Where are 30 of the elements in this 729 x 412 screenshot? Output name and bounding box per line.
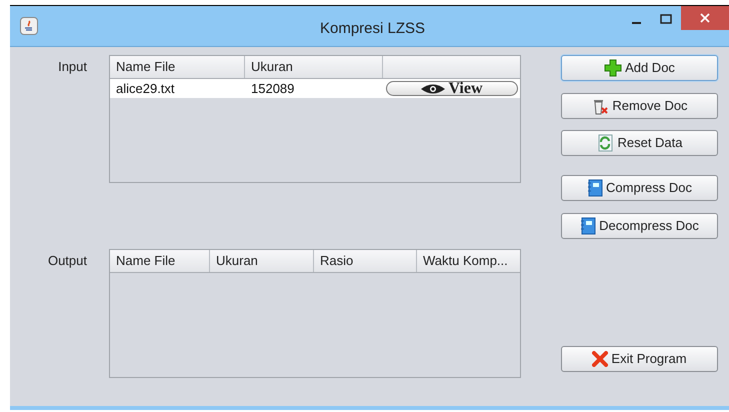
maximize-icon [660, 14, 672, 24]
close-button[interactable] [681, 6, 729, 30]
action-button[interactable]: Remove Doc [561, 93, 718, 119]
action-button[interactable]: Exit Program [561, 346, 718, 372]
table-cell-text: 152089 [250, 80, 296, 98]
action-button[interactable]: Compress Doc [561, 175, 718, 201]
notebook-icon [580, 217, 596, 235]
eye-icon [420, 82, 446, 94]
action-button[interactable]: Reset Data [561, 130, 718, 156]
plus-icon [604, 59, 622, 77]
column-header[interactable]: Waktu Komp... [417, 250, 520, 272]
output-label: Output [46, 252, 88, 270]
action-button[interactable]: Add Doc [561, 55, 718, 81]
app-icon [20, 17, 38, 35]
table-cell-text: alice29.txt [115, 80, 176, 98]
view-button[interactable]: View [386, 81, 518, 96]
column-header[interactable]: Rasio [314, 250, 417, 272]
column-header[interactable]: Ukuran [210, 250, 314, 272]
column-header[interactable]: Ukuran [245, 56, 383, 78]
column-header[interactable]: Name File [110, 250, 210, 272]
close-icon [700, 13, 710, 23]
notebook-icon [587, 179, 604, 197]
trash-icon [591, 97, 610, 115]
refresh-icon [596, 134, 614, 152]
column-header[interactable]: Name File [110, 56, 245, 78]
minimize-icon [632, 22, 640, 24]
window-title: Kompresi LZSS [320, 19, 426, 39]
action-button[interactable]: Decompress Doc [561, 213, 718, 239]
x-icon [592, 351, 608, 367]
input-label: Input [57, 58, 88, 76]
